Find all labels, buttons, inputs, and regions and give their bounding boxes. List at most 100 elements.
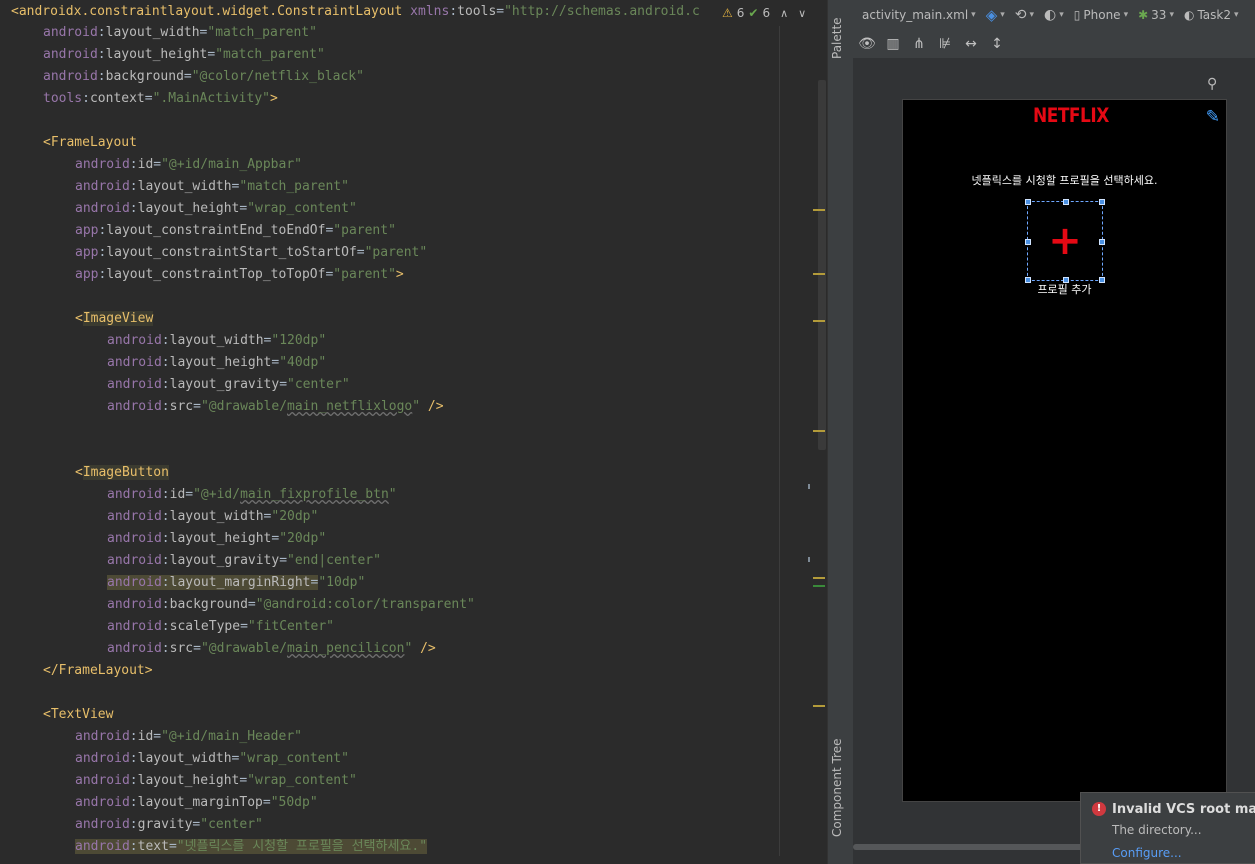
device-label: Phone <box>1083 8 1121 22</box>
code-line[interactable]: android:layout_width="match_parent" <box>75 176 349 198</box>
device-preview[interactable]: NETFLIX ✎ 넷플릭스를 시청할 프로필을 선택하세요. + 프로필 추가 <box>902 99 1227 802</box>
code-line[interactable]: android:layout_width="wrap_content" <box>75 748 349 770</box>
right-margin-guide <box>779 0 780 864</box>
code-line[interactable]: android:gravity="center" <box>75 814 263 836</box>
wrench-icon[interactable]: ⚲ <box>1207 76 1217 92</box>
error-icon: ! <box>1092 802 1106 816</box>
code-line[interactable]: android:layout_width="match_parent" <box>43 22 317 44</box>
phone-icon: ▯ <box>1073 8 1081 22</box>
code-line[interactable]: android:background="@color/netflix_black… <box>43 66 364 88</box>
design-surface-button[interactable]: ◈ ▾ <box>986 6 1005 24</box>
change-marker[interactable] <box>813 585 825 587</box>
resize-handle[interactable] <box>1025 199 1031 205</box>
previous-highlight-icon[interactable]: ∧ <box>780 7 788 20</box>
netflix-logo[interactable]: NETFLIX <box>1033 105 1109 128</box>
file-name: activity_main.xml <box>862 8 969 22</box>
api-selector[interactable]: ✱ 33 ▾ <box>1138 8 1174 22</box>
notification-title: Invalid VCS root mapping <box>1112 802 1255 817</box>
preview-header-text[interactable]: 넷플릭스를 시청할 프로필을 선택하세요. <box>903 172 1226 188</box>
android-icon: ✱ <box>1138 8 1149 22</box>
palette-tab[interactable]: Palette <box>830 10 852 66</box>
resize-handle[interactable] <box>1099 199 1105 205</box>
code-line[interactable]: android:layout_gravity="end|center" <box>107 550 381 572</box>
next-highlight-icon[interactable]: ∨ <box>798 7 806 20</box>
typo-marker[interactable] <box>808 484 810 489</box>
warning-marker[interactable] <box>813 577 825 579</box>
design-side-strip: Palette Component Tree <box>827 0 854 864</box>
code-line[interactable]: android:scaleType="fitCenter" <box>107 616 334 638</box>
code-line[interactable]: <ImageButton <box>75 462 169 484</box>
blueprint-icon[interactable]: ▥ <box>884 36 902 52</box>
expand-horizontal-icon[interactable]: ↔ <box>962 36 980 52</box>
code-line-root-tag[interactable]: <androidx.constraintlayout.widget.Constr… <box>11 1 700 23</box>
orientation-button[interactable]: ⟲ ▾ <box>1015 7 1034 23</box>
resize-handle[interactable] <box>1099 239 1105 245</box>
theme-label: Task2 <box>1197 8 1231 22</box>
editor-scrollbar[interactable] <box>818 80 826 450</box>
theme-selector[interactable]: ◐ Task2 ▾ <box>1184 8 1239 22</box>
code-line[interactable]: android:layout_width="120dp" <box>107 330 326 352</box>
chevron-down-icon: ▾ <box>1059 10 1064 20</box>
pencil-icon[interactable]: ✎ <box>1206 107 1220 127</box>
code-line[interactable]: tools:context=".MainActivity"> <box>43 88 278 110</box>
code-line[interactable]: android:layout_height="match_parent" <box>43 44 325 66</box>
vcs-notification: ! Invalid VCS root mapping The directory… <box>1080 792 1255 864</box>
chevron-down-icon: ▾ <box>1123 10 1129 20</box>
theme-icon: ◐ <box>1183 8 1195 22</box>
code-line[interactable]: android:layout_height="40dp" <box>107 352 326 374</box>
chevron-down-icon: ▾ <box>971 10 976 20</box>
code-line[interactable]: </FrameLayout> <box>43 660 153 682</box>
clear-constraints-icon[interactable]: ⊯ <box>936 36 954 52</box>
chevron-down-icon: ▾ <box>1234 10 1239 20</box>
code-line[interactable]: android:layout_marginTop="50dp" <box>75 792 318 814</box>
code-line[interactable]: android:id="@+id/main_Appbar" <box>75 154 302 176</box>
warning-marker[interactable] <box>813 320 825 322</box>
warning-marker[interactable] <box>813 273 825 275</box>
warnings-count: 6 <box>736 6 745 20</box>
code-line[interactable]: <FrameLayout <box>43 132 137 154</box>
magnet-icon[interactable]: ⋔ <box>910 36 928 52</box>
warning-icon: ⚠ <box>722 6 733 20</box>
code-line[interactable]: android:text="넷플릭스를 시청할 프로필을 선택하세요." <box>75 836 428 858</box>
code-line[interactable]: android:layout_gravity="center" <box>107 374 350 396</box>
device-selector[interactable]: ▯ Phone ▾ <box>1074 8 1128 22</box>
code-line[interactable]: android:src="@drawable/main_netflixlogo"… <box>107 396 444 418</box>
view-options-icon[interactable]: 👁 <box>858 36 876 52</box>
warning-marker[interactable] <box>813 209 825 211</box>
code-line[interactable]: android:layout_marginRight="10dp" <box>107 572 365 594</box>
file-selector[interactable]: activity_main.xml ▾ <box>862 8 976 22</box>
code-line[interactable]: android:src="@drawable/main_pencilicon" … <box>107 638 436 660</box>
warning-marker[interactable] <box>813 705 825 707</box>
resize-handle[interactable] <box>1025 239 1031 245</box>
plus-icon: + <box>1048 218 1082 264</box>
code-line[interactable]: app:layout_constraintTop_toTopOf="parent… <box>75 264 404 286</box>
add-profile-label[interactable]: 프로필 추가 <box>903 281 1226 297</box>
code-line[interactable]: <ImageView <box>75 308 154 330</box>
code-line[interactable]: android:id="@+id/main_fixprofile_btn" <box>107 484 397 506</box>
code-line[interactable]: android:layout_height="wrap_content" <box>75 198 357 220</box>
code-line[interactable]: <TextView <box>43 704 113 726</box>
code-editor[interactable]: <androidx.constraintlayout.widget.Constr… <box>0 0 827 864</box>
code-line[interactable]: android:background="@android:color/trans… <box>107 594 475 616</box>
canvas-horizontal-scrollbar[interactable] <box>853 844 1083 850</box>
api-label: 33 <box>1151 8 1167 22</box>
layers-icon: ◈ <box>985 6 998 24</box>
rotate-icon: ⟲ <box>1014 7 1027 23</box>
configure-link[interactable]: Configure... <box>1112 846 1182 860</box>
add-profile-button[interactable]: + <box>1025 199 1105 283</box>
status-bar <box>0 856 827 864</box>
inspection-widget[interactable]: ⚠ 6 ✔ 6 ∧ ∨ <box>722 0 827 26</box>
warning-marker[interactable] <box>813 430 825 432</box>
expand-vertical-icon[interactable]: ↕ <box>988 36 1006 52</box>
code-line[interactable]: app:layout_constraintEnd_toEndOf="parent… <box>75 220 396 242</box>
typo-marker[interactable] <box>808 557 810 562</box>
code-line[interactable]: android:id="@+id/main_Header" <box>75 726 302 748</box>
night-mode-button[interactable]: ◐ ▾ <box>1044 7 1064 23</box>
code-line[interactable]: android:layout_height="20dp" <box>107 528 326 550</box>
chevron-down-icon: ▾ <box>1029 10 1035 20</box>
component-tree-tab[interactable]: Component Tree <box>830 735 852 840</box>
code-line[interactable]: app:layout_constraintStart_toStartOf="pa… <box>75 242 427 264</box>
code-line[interactable]: android:layout_width="20dp" <box>107 506 318 528</box>
resize-handle[interactable] <box>1063 199 1069 205</box>
code-line[interactable]: android:layout_height="wrap_content" <box>75 770 357 792</box>
